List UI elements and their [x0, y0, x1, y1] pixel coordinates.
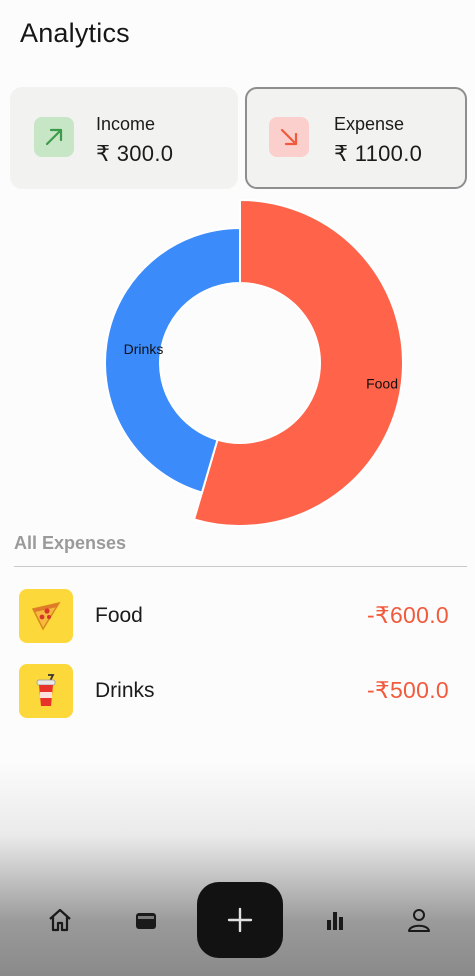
expense-amount: -₹600.0 [367, 602, 449, 628]
expense-name: Food [95, 604, 143, 627]
expense-name: Drinks [95, 679, 155, 702]
expense-card[interactable]: Expense ₹ 1100.0 [245, 87, 467, 189]
all-expenses-title: All Expenses [14, 533, 127, 553]
donut-label-food: Food [366, 375, 398, 391]
divider [14, 566, 467, 567]
expense-label: Expense [334, 114, 405, 134]
add-button[interactable] [197, 882, 283, 958]
arrow-up-right-icon [34, 117, 74, 157]
income-value: ₹ 300.0 [96, 141, 174, 166]
bottom-nav [0, 880, 475, 960]
donut-label-drinks: Drinks [124, 341, 164, 357]
bar-chart-icon[interactable] [319, 904, 351, 936]
expense-row-food[interactable]: Food -₹600.0 [0, 589, 475, 645]
page-title: Analytics [20, 18, 130, 48]
income-card[interactable]: Income ₹ 300.0 [10, 87, 238, 189]
expense-row-drinks[interactable]: Drinks -₹500.0 [0, 664, 475, 720]
drink-cup-icon [19, 664, 73, 718]
expense-amount: -₹500.0 [367, 677, 449, 703]
profile-icon[interactable] [403, 904, 435, 936]
add-icon [227, 907, 253, 933]
pizza-icon [19, 589, 73, 643]
expense-value: ₹ 1100.0 [334, 141, 423, 166]
home-icon[interactable] [44, 904, 76, 936]
income-label: Income [96, 114, 156, 134]
wallet-icon[interactable] [130, 904, 162, 936]
expense-donut-chart: Food Drinks [103, 198, 404, 527]
arrow-down-right-icon [269, 117, 309, 157]
